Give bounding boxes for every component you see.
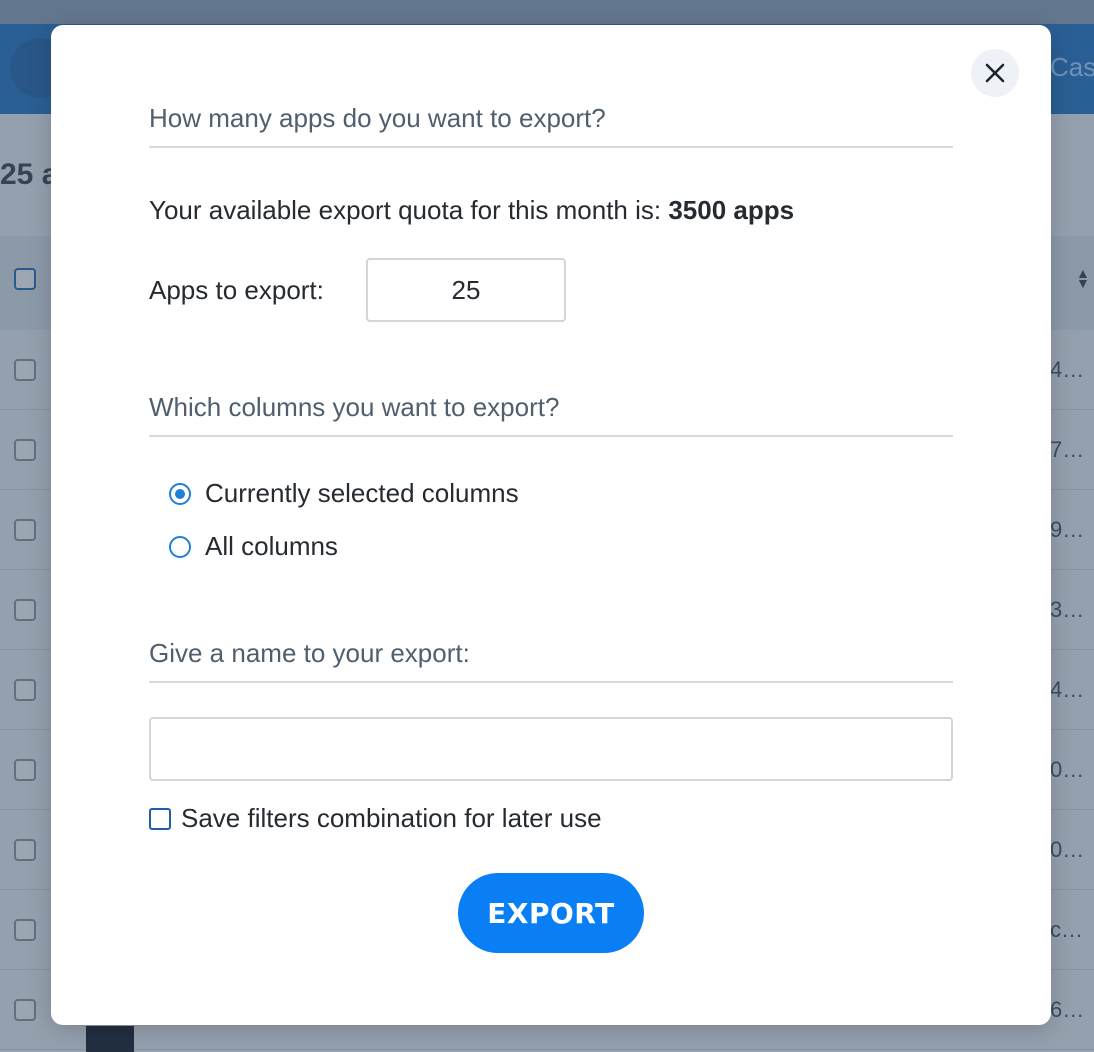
export-count-heading: How many apps do you want to export? (149, 103, 953, 148)
radio-button-checked[interactable] (169, 482, 191, 505)
export-name-input[interactable] (149, 717, 953, 781)
apps-to-export-input[interactable] (366, 258, 566, 322)
export-button[interactable]: EXPORT (458, 873, 644, 953)
save-filters-checkbox[interactable] (149, 807, 171, 830)
columns-heading: Which columns you want to export? (149, 392, 953, 437)
close-button[interactable] (971, 49, 1019, 97)
save-filters-label: Save filters combination for later use (181, 803, 602, 833)
quota-text: Your available export quota for this mon… (149, 195, 669, 225)
apps-to-export-label: Apps to export: (149, 275, 324, 305)
radio-button[interactable] (169, 535, 191, 558)
radio-label: All columns (205, 531, 338, 561)
save-filters-option[interactable]: Save filters combination for later use (149, 803, 602, 834)
quota-value: 3500 apps (668, 195, 795, 225)
radio-all-columns[interactable]: All columns (169, 531, 338, 562)
radio-label: Currently selected columns (205, 478, 519, 508)
radio-currently-selected-columns[interactable]: Currently selected columns (169, 478, 519, 509)
quota-line: Your available export quota for this mon… (149, 195, 794, 226)
export-modal: How many apps do you want to export? You… (51, 25, 1051, 1025)
close-icon (985, 63, 1005, 83)
export-name-heading: Give a name to your export: (149, 638, 953, 683)
